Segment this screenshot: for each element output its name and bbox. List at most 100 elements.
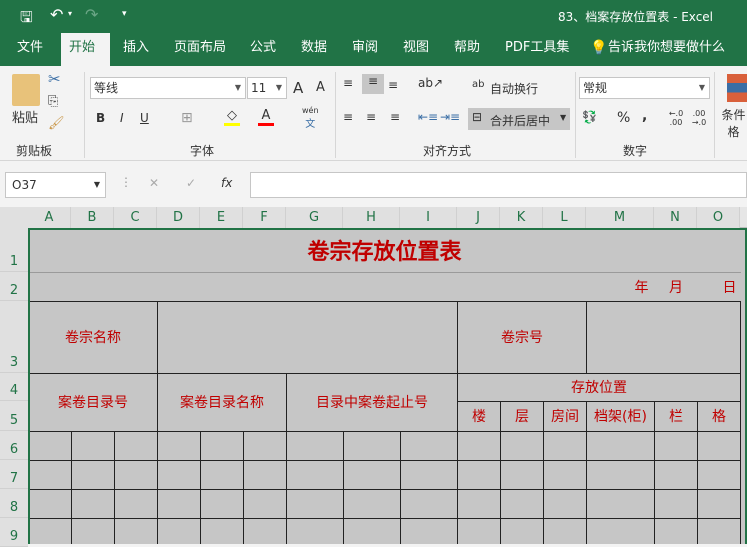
font-size-select[interactable]: 11 ▼ bbox=[247, 77, 287, 99]
cut-icon[interactable]: ✂ bbox=[48, 70, 61, 88]
floor-header[interactable]: 层 bbox=[500, 400, 544, 432]
italic-button[interactable]: I bbox=[120, 111, 124, 125]
column-header[interactable]: N bbox=[654, 207, 697, 228]
volume-no-label[interactable]: 卷宗号 bbox=[457, 300, 587, 374]
column-header[interactable]: M bbox=[586, 207, 654, 228]
cell[interactable] bbox=[400, 430, 458, 461]
cell[interactable] bbox=[286, 517, 344, 544]
align-top-icon[interactable]: ≡ bbox=[343, 76, 353, 90]
column-header[interactable]: H bbox=[343, 207, 400, 228]
cell[interactable] bbox=[457, 517, 501, 544]
cell[interactable] bbox=[586, 488, 655, 519]
cell[interactable] bbox=[400, 459, 458, 490]
cell[interactable] bbox=[200, 488, 244, 519]
cell[interactable] bbox=[157, 517, 201, 544]
undo-icon[interactable]: ↶ bbox=[50, 5, 63, 24]
merge-center-button[interactable]: ⊟ 合并后居中 ▼ bbox=[468, 108, 570, 130]
cell[interactable] bbox=[500, 430, 544, 461]
decrease-decimal-button[interactable]: .00 →.0 bbox=[690, 109, 708, 127]
conditional-formatting-button[interactable]: 条件格 bbox=[720, 106, 747, 140]
cell[interactable] bbox=[343, 488, 401, 519]
cell[interactable] bbox=[586, 430, 655, 461]
column-header[interactable]: F bbox=[243, 207, 286, 228]
grow-font-button[interactable]: A bbox=[293, 79, 303, 97]
cell[interactable] bbox=[243, 488, 287, 519]
cell[interactable] bbox=[30, 272, 587, 301]
align-right-icon[interactable]: ≡ bbox=[390, 110, 400, 124]
paste-button[interactable]: 粘贴 bbox=[12, 107, 38, 126]
cell[interactable] bbox=[200, 517, 244, 544]
cell[interactable] bbox=[286, 430, 344, 461]
cell[interactable] bbox=[586, 517, 655, 544]
row-header[interactable]: 9 bbox=[0, 518, 28, 547]
cell[interactable] bbox=[30, 488, 72, 519]
cell[interactable] bbox=[697, 430, 741, 461]
cell[interactable] bbox=[71, 488, 115, 519]
font-name-select[interactable]: 等线 ▼ bbox=[90, 77, 246, 99]
column-header[interactable]: C bbox=[114, 207, 157, 228]
volume-name-label[interactable]: 卷宗名称 bbox=[30, 300, 158, 374]
cell[interactable] bbox=[200, 430, 244, 461]
year-label[interactable]: 年 bbox=[586, 272, 655, 301]
cell[interactable] bbox=[343, 430, 401, 461]
cell[interactable] bbox=[30, 430, 72, 461]
enter-icon[interactable]: ✓ bbox=[186, 176, 196, 190]
phonetic-button[interactable]: wén 文 bbox=[302, 106, 319, 130]
row-header[interactable]: 7 bbox=[0, 460, 28, 489]
day-label[interactable]: 日 bbox=[697, 272, 741, 301]
column-header[interactable]: I bbox=[400, 207, 457, 228]
column-header[interactable]: J bbox=[457, 207, 500, 228]
row-header[interactable]: 1 bbox=[0, 228, 28, 272]
align-bottom-icon[interactable]: ≡ bbox=[388, 78, 398, 92]
column-header[interactable]: G bbox=[286, 207, 343, 228]
building-header[interactable]: 楼 bbox=[457, 400, 501, 432]
column-header[interactable]: L bbox=[543, 207, 586, 228]
tab-data[interactable]: 数据 bbox=[293, 33, 335, 66]
cell[interactable] bbox=[457, 488, 501, 519]
cell[interactable] bbox=[543, 517, 587, 544]
cell[interactable] bbox=[457, 430, 501, 461]
row-header[interactable]: 3 bbox=[0, 301, 28, 373]
borders-icon[interactable]: ⊞ bbox=[181, 110, 193, 126]
catalog-name-header[interactable]: 案卷目录名称 bbox=[157, 372, 287, 432]
wrap-text-button[interactable]: 自动换行 bbox=[490, 80, 538, 97]
row-header[interactable]: 2 bbox=[0, 272, 28, 301]
increase-decimal-button[interactable]: ←.0 .00 bbox=[667, 109, 685, 127]
cell[interactable] bbox=[71, 517, 115, 544]
tab-review[interactable]: 审阅 bbox=[344, 33, 386, 66]
save-icon[interactable]: 🖫 bbox=[20, 7, 33, 32]
number-format-select[interactable]: 常规 ▼ bbox=[579, 77, 710, 99]
cell[interactable] bbox=[697, 459, 741, 490]
align-middle-icon[interactable]: ≡ bbox=[362, 74, 384, 94]
cell[interactable] bbox=[500, 517, 544, 544]
cell[interactable] bbox=[343, 517, 401, 544]
tab-formulas[interactable]: 公式 bbox=[242, 33, 284, 66]
cell[interactable] bbox=[157, 430, 201, 461]
cell[interactable] bbox=[543, 430, 587, 461]
font-color-button[interactable]: A bbox=[258, 108, 274, 126]
format-painter-icon[interactable]: 🖌 bbox=[48, 116, 65, 131]
align-center-icon[interactable]: ≡ bbox=[366, 110, 376, 124]
month-label[interactable]: 月 bbox=[654, 272, 698, 301]
cancel-icon[interactable]: ✕ bbox=[149, 176, 159, 190]
cell[interactable] bbox=[286, 459, 344, 490]
cell[interactable] bbox=[697, 517, 741, 544]
underline-button[interactable]: U bbox=[140, 111, 149, 125]
select-all-button[interactable] bbox=[0, 207, 28, 228]
cell[interactable] bbox=[286, 488, 344, 519]
name-box[interactable]: O37 ▼ bbox=[5, 172, 106, 198]
cell[interactable] bbox=[157, 488, 201, 519]
column-header[interactable]: B bbox=[71, 207, 114, 228]
catalog-range-header[interactable]: 目录中案卷起止号 bbox=[286, 372, 458, 432]
tab-help[interactable]: 帮助 bbox=[446, 33, 488, 66]
cell[interactable] bbox=[200, 459, 244, 490]
formula-input[interactable] bbox=[250, 172, 747, 198]
row-header[interactable]: 8 bbox=[0, 489, 28, 518]
row-header[interactable]: 5 bbox=[0, 401, 28, 431]
shelf-header[interactable]: 档架(柜) bbox=[586, 400, 655, 432]
cell[interactable] bbox=[543, 459, 587, 490]
cell[interactable] bbox=[114, 459, 158, 490]
cell[interactable] bbox=[243, 517, 287, 544]
shrink-font-button[interactable]: A bbox=[316, 80, 325, 95]
catalog-no-header[interactable]: 案卷目录号 bbox=[30, 372, 158, 432]
